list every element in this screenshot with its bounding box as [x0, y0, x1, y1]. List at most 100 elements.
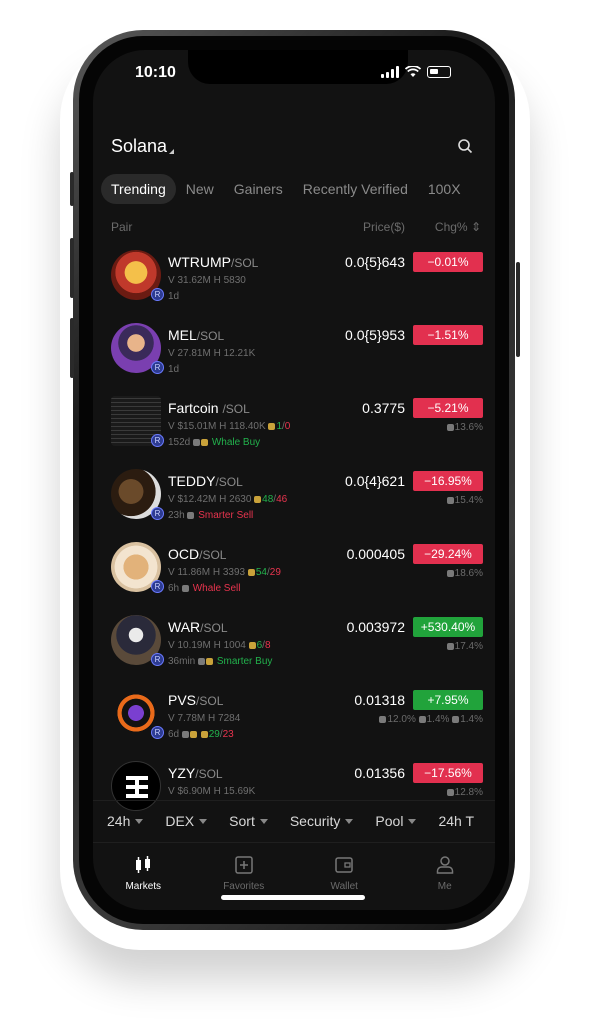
top10-share: 17.4%: [446, 641, 483, 652]
pair-name: WTRUMP/SOL: [168, 254, 259, 270]
filter-dex[interactable]: DEX: [165, 813, 208, 829]
token-price: 0.003972: [346, 619, 405, 635]
power-button: [516, 262, 520, 357]
volume-down-button: [70, 318, 74, 378]
token-age: 1d: [168, 291, 180, 302]
status-time: 10:10: [135, 64, 176, 81]
bottom-nav: Markets Favorites Wallet Me: [93, 842, 495, 902]
filter-sort[interactable]: Sort: [229, 813, 268, 829]
chevron-down-icon: [259, 819, 268, 825]
filter-timeframe[interactable]: 24h: [107, 813, 144, 829]
battery-icon: [427, 66, 451, 78]
change-badge: −17.56%: [413, 763, 483, 783]
filter-pool[interactable]: Pool: [375, 813, 417, 829]
change-badge: +530.40%: [413, 617, 483, 637]
tab-recently-verified[interactable]: Recently Verified: [293, 174, 418, 204]
app-screen: 10:10 Solana Trending New Gainers Recent…: [93, 50, 495, 910]
column-chg[interactable]: Chg% ⇕: [435, 220, 481, 234]
token-age: 1d: [168, 364, 180, 375]
change-badge: +7.95%: [413, 690, 483, 710]
pair-name: MEL/SOL: [168, 327, 225, 343]
column-price[interactable]: Price($): [363, 220, 405, 234]
pair-name: PVS/SOL: [168, 692, 224, 708]
token-price: 0.0{5}953: [345, 327, 405, 343]
token-price: 0.000405: [346, 546, 405, 562]
token-row[interactable]: R TEDDY/SOL V $12.42M H 2630 48/46 23h S…: [93, 469, 495, 542]
raydium-badge-icon: R: [151, 580, 164, 593]
home-indicator: [221, 895, 365, 900]
token-price: 0.0{5}643: [345, 254, 405, 270]
token-meta: 36min Smarter Buy: [168, 656, 273, 667]
user-icon: [436, 856, 453, 874]
volume-holders: V 10.19M H 1004 6/8: [168, 640, 271, 651]
filter-security[interactable]: Security: [290, 813, 354, 829]
tab-100x[interactable]: 100X: [418, 174, 471, 204]
chevron-down-icon: [135, 819, 144, 825]
chevron-down-icon: [345, 819, 354, 825]
notch: [188, 50, 408, 84]
volume-holders: V 27.81M H 12.21K: [168, 348, 256, 359]
tab-new[interactable]: New: [176, 174, 224, 204]
raydium-badge-icon: R: [151, 507, 164, 520]
volume-holders: V 31.62M H 5830: [168, 275, 246, 286]
top10-share: 12.8%: [446, 787, 483, 798]
holder-stats: 12.0% 1.4% 1.4%: [379, 714, 483, 725]
sort-icon: ⇕: [470, 220, 481, 234]
raydium-badge-icon: R: [151, 361, 164, 374]
change-badge: −5.21%: [413, 398, 483, 418]
token-price: 0.01318: [354, 692, 405, 708]
nav-markets[interactable]: Markets: [103, 855, 183, 902]
raydium-badge-icon: R: [151, 726, 164, 739]
mute-switch: [70, 172, 74, 206]
token-row[interactable]: R PVS/SOL V 7.78M H 7284 6d 29/23 0.0131…: [93, 688, 495, 761]
signal-tag: Whale Buy: [211, 437, 261, 448]
volume-holders: V $12.42M H 2630 48/46: [168, 494, 288, 505]
token-price: 0.3775: [362, 400, 405, 416]
candlestick-icon: [136, 856, 151, 873]
token-meta: 23h Smarter Sell: [168, 510, 254, 521]
signal-tag: Smarter Sell: [198, 510, 254, 521]
change-badge: −0.01%: [413, 252, 483, 272]
top10-share: 13.6%: [446, 422, 483, 433]
volume-up-button: [70, 238, 74, 298]
change-badge: −1.51%: [413, 325, 483, 345]
raydium-badge-icon: R: [151, 434, 164, 447]
pair-name: YZY/SOL: [168, 765, 223, 781]
caret-icon: [169, 149, 175, 154]
top10-share: 15.4%: [446, 495, 483, 506]
column-chg-label: Chg%: [434, 220, 468, 234]
chain-label: Solana: [111, 136, 168, 156]
token-row[interactable]: R OCD/SOL V 11.86M H 3393 54/29 6h Whale…: [93, 542, 495, 615]
token-row[interactable]: R WAR/SOL V 10.19M H 1004 6/8 36min Smar…: [93, 615, 495, 688]
favorites-icon: [235, 856, 253, 874]
tab-trending[interactable]: Trending: [101, 174, 176, 204]
token-row[interactable]: R WTRUMP/SOL V 31.62M H 5830 1d 0.0{5}64…: [93, 250, 495, 323]
search-icon[interactable]: [457, 138, 473, 154]
top10-share: 18.6%: [446, 568, 483, 579]
filter-bar: 24h DEX Sort Security Pool 24h T: [93, 800, 495, 840]
category-tabs: Trending New Gainers Recently Verified 1…: [101, 174, 471, 204]
token-row[interactable]: R Fartcoin /SOL V $15.01M H 118.40K 1/0 …: [93, 396, 495, 469]
raydium-badge-icon: R: [151, 288, 164, 301]
chain-selector[interactable]: Solana: [111, 136, 175, 157]
pair-name: Fartcoin /SOL: [168, 400, 250, 416]
token-meta: 152d Whale Buy: [168, 437, 261, 448]
column-pair: Pair: [111, 220, 133, 234]
pair-name: OCD/SOL: [168, 546, 227, 562]
token-row[interactable]: R MEL/SOL V 27.81M H 12.21K 1d 0.0{5}953…: [93, 323, 495, 396]
token-price: 0.01356: [354, 765, 405, 781]
volume-holders: V 11.86M H 3393 54/29: [168, 567, 281, 578]
wifi-icon: [405, 66, 421, 77]
tab-gainers[interactable]: Gainers: [224, 174, 293, 204]
chevron-down-icon: [199, 819, 208, 825]
signal-tag: Smarter Buy: [216, 656, 273, 667]
nav-me[interactable]: Me: [405, 855, 485, 902]
change-badge: −16.95%: [413, 471, 483, 491]
volume-holders: V $15.01M H 118.40K 1/0: [168, 421, 291, 432]
raydium-badge-icon: R: [151, 653, 164, 666]
wallet-icon: [335, 857, 353, 873]
volume-holders: V 7.78M H 7284: [168, 713, 241, 724]
status-icons: [381, 66, 451, 78]
change-badge: −29.24%: [413, 544, 483, 564]
filter-24h-turnover[interactable]: 24h T: [438, 813, 474, 829]
